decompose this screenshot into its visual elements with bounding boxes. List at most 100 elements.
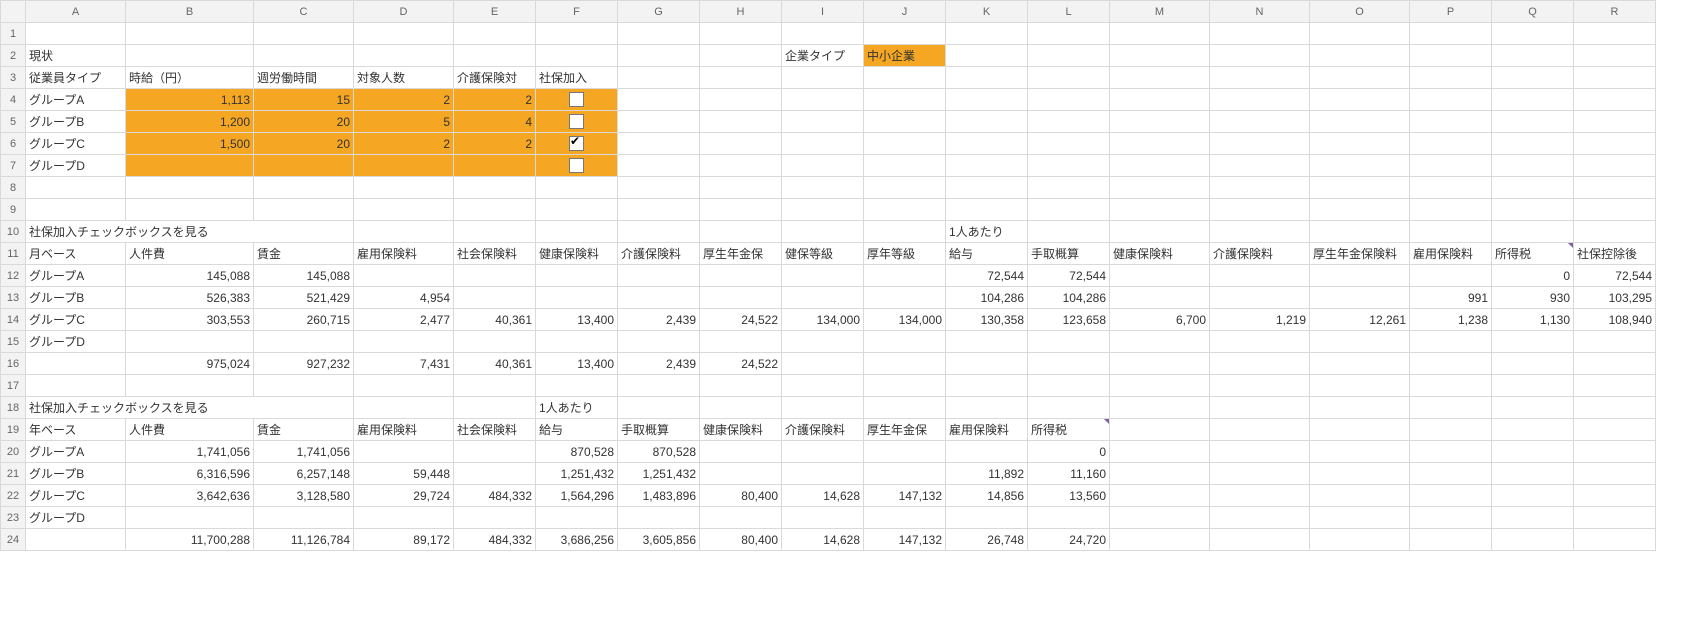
cell[interactable] xyxy=(1110,199,1210,221)
cell[interactable]: 40,361 xyxy=(454,353,536,375)
cell[interactable] xyxy=(1028,507,1110,529)
cell[interactable]: 72,544 xyxy=(1574,265,1656,287)
cell[interactable] xyxy=(1028,111,1110,133)
cell[interactable]: 12,261 xyxy=(1310,309,1410,331)
cell[interactable]: 14,856 xyxy=(946,485,1028,507)
cell[interactable] xyxy=(1492,67,1574,89)
cell[interactable] xyxy=(782,353,864,375)
row-header[interactable]: 23 xyxy=(1,507,26,529)
cell[interactable] xyxy=(1492,331,1574,353)
cell[interactable]: グループB xyxy=(26,287,126,309)
cell[interactable] xyxy=(864,397,946,419)
cell[interactable]: 11,700,288 xyxy=(126,529,254,551)
col-header[interactable]: J xyxy=(864,1,946,23)
cell[interactable] xyxy=(1110,89,1210,111)
cell[interactable]: 3,605,856 xyxy=(618,529,700,551)
cell[interactable] xyxy=(1492,353,1574,375)
cell[interactable] xyxy=(700,463,782,485)
cell[interactable] xyxy=(1492,199,1574,221)
cell-header[interactable]: 所得税 xyxy=(1492,243,1574,265)
cell[interactable] xyxy=(354,331,454,353)
cell[interactable] xyxy=(782,155,864,177)
cell[interactable]: 1,483,896 xyxy=(618,485,700,507)
cell[interactable] xyxy=(1410,419,1492,441)
cell-input[interactable]: 4 xyxy=(454,111,536,133)
row-header[interactable]: 15 xyxy=(1,331,26,353)
cell[interactable] xyxy=(946,507,1028,529)
cell[interactable] xyxy=(1492,177,1574,199)
cell[interactable] xyxy=(946,111,1028,133)
cell[interactable] xyxy=(1110,463,1210,485)
cell[interactable] xyxy=(700,23,782,45)
row-header[interactable]: 24 xyxy=(1,529,26,551)
cell[interactable]: 13,560 xyxy=(1028,485,1110,507)
cell[interactable]: 2,439 xyxy=(618,309,700,331)
cell[interactable]: 1,251,432 xyxy=(536,463,618,485)
cell[interactable] xyxy=(1410,441,1492,463)
cell[interactable] xyxy=(1110,23,1210,45)
cell[interactable] xyxy=(618,177,700,199)
cell[interactable] xyxy=(536,507,618,529)
cell[interactable] xyxy=(1574,221,1656,243)
cell[interactable]: 134,000 xyxy=(782,309,864,331)
cell[interactable] xyxy=(946,199,1028,221)
cell[interactable] xyxy=(1410,45,1492,67)
row-header[interactable]: 7 xyxy=(1,155,26,177)
cell[interactable] xyxy=(700,375,782,397)
cell[interactable] xyxy=(618,331,700,353)
cell[interactable]: 870,528 xyxy=(536,441,618,463)
cell[interactable] xyxy=(254,45,354,67)
cell[interactable] xyxy=(1492,529,1574,551)
cell[interactable] xyxy=(536,199,618,221)
cell[interactable] xyxy=(1574,23,1656,45)
cell[interactable] xyxy=(1210,133,1310,155)
row-header[interactable]: 12 xyxy=(1,265,26,287)
cell[interactable] xyxy=(618,133,700,155)
cell[interactable] xyxy=(1410,89,1492,111)
cell[interactable]: 147,132 xyxy=(864,529,946,551)
cell-input[interactable] xyxy=(454,155,536,177)
row-header[interactable]: 3 xyxy=(1,67,26,89)
cell[interactable] xyxy=(1574,155,1656,177)
cell[interactable] xyxy=(946,67,1028,89)
cell[interactable] xyxy=(618,397,700,419)
cell[interactable] xyxy=(1574,89,1656,111)
cell[interactable] xyxy=(126,507,254,529)
col-header[interactable]: B xyxy=(126,1,254,23)
cell[interactable] xyxy=(354,265,454,287)
cell-header[interactable]: 介護保険料 xyxy=(618,243,700,265)
cell[interactable] xyxy=(1492,89,1574,111)
cell[interactable] xyxy=(618,221,700,243)
cell[interactable] xyxy=(864,441,946,463)
col-header[interactable]: C xyxy=(254,1,354,23)
cell[interactable]: 108,940 xyxy=(1574,309,1656,331)
cell[interactable] xyxy=(864,221,946,243)
row-header[interactable]: 14 xyxy=(1,309,26,331)
cell[interactable] xyxy=(1210,507,1310,529)
cell[interactable] xyxy=(536,23,618,45)
cell-header[interactable]: 給与 xyxy=(946,243,1028,265)
cell-input[interactable]: 5 xyxy=(354,111,454,133)
cell[interactable] xyxy=(1410,221,1492,243)
cell[interactable] xyxy=(618,287,700,309)
cell[interactable] xyxy=(782,133,864,155)
cell-header[interactable]: 手取概算 xyxy=(1028,243,1110,265)
cell-note[interactable]: 1人あたり xyxy=(946,221,1028,243)
cell[interactable] xyxy=(1574,485,1656,507)
cell[interactable]: 134,000 xyxy=(864,309,946,331)
cell[interactable] xyxy=(1028,221,1110,243)
cell[interactable] xyxy=(254,23,354,45)
cell-note[interactable]: 社保加入チェックボックスを見る xyxy=(26,221,354,243)
cell[interactable] xyxy=(618,23,700,45)
cell[interactable]: 13,400 xyxy=(536,353,618,375)
cell[interactable] xyxy=(1574,397,1656,419)
cell-group[interactable]: グループC xyxy=(26,133,126,155)
cell[interactable] xyxy=(1492,111,1574,133)
cell[interactable] xyxy=(700,111,782,133)
cell[interactable] xyxy=(782,463,864,485)
cell[interactable]: 870,528 xyxy=(618,441,700,463)
cell[interactable] xyxy=(1210,45,1310,67)
cell[interactable] xyxy=(864,23,946,45)
col-header[interactable]: H xyxy=(700,1,782,23)
cell[interactable] xyxy=(1574,419,1656,441)
